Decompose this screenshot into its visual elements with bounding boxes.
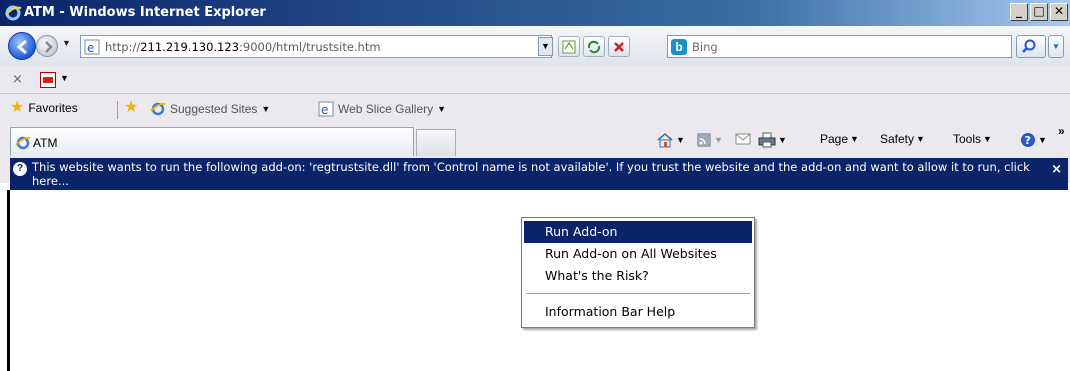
new-tab-button[interactable]: [416, 129, 456, 156]
add-to-favorites-bar-button[interactable]: ★: [124, 99, 139, 116]
pdf-dropdown-icon[interactable]: ▼: [60, 73, 69, 83]
tools-dropdown-icon: ▼: [983, 134, 992, 144]
web-slice-dropdown-icon: ▼: [437, 104, 447, 114]
help-dropdown-icon: ▼: [1038, 135, 1047, 145]
feeds-icon: [697, 133, 711, 147]
information-bar-close-icon[interactable]: ×: [1051, 162, 1062, 177]
compatibility-icon: [562, 40, 576, 54]
ie-logo-icon: [5, 5, 22, 21]
web-slice-page-icon: e: [318, 101, 334, 117]
refresh-button[interactable]: [583, 36, 605, 57]
svg-text:e: e: [321, 103, 328, 117]
tab-label: ATM: [33, 136, 58, 150]
refresh-icon: [587, 40, 601, 54]
printer-icon: [758, 132, 776, 148]
help-button[interactable]: ? ▼: [1020, 132, 1047, 148]
back-button[interactable]: [8, 32, 36, 60]
menu-item-information-bar-help[interactable]: Information Bar Help: [524, 301, 752, 323]
favorites-bar: ★ Favorites ★ Suggested Sites ▼ e Web Sl…: [0, 94, 1070, 124]
address-bar[interactable]: e http://211.219.130.123:9000/html/trust…: [80, 35, 552, 58]
close-toolbar-icon[interactable]: ×: [12, 72, 23, 87]
title-bar: ATM - Windows Internet Explorer _ □ ✕: [0, 0, 1070, 26]
safety-menu-label: Safety: [880, 132, 915, 146]
svg-text:e: e: [87, 41, 94, 55]
information-bar-context-menu: Run Add-on Run Add-on on All Websites Wh…: [521, 217, 755, 328]
search-box[interactable]: b Bing: [667, 35, 1012, 58]
menu-item-run-addon-all-websites[interactable]: Run Add-on on All Websites: [524, 243, 752, 265]
bing-icon: b: [671, 39, 687, 55]
stop-icon: [614, 42, 624, 52]
close-window-button[interactable]: ✕: [1050, 3, 1068, 21]
home-icon: [657, 133, 673, 148]
suggested-sites-label: Suggested Sites: [170, 102, 258, 116]
back-arrow-icon: [16, 39, 27, 55]
read-mail-button[interactable]: [735, 132, 751, 146]
addon-toolbar: × ▼: [0, 66, 1070, 94]
command-overflow-button[interactable]: »: [1058, 124, 1065, 138]
search-options-dropdown[interactable]: ▼: [1048, 35, 1064, 58]
favorites-button[interactable]: ★ Favorites: [10, 99, 78, 116]
favorites-label: Favorites: [28, 101, 78, 115]
page-menu-label: Page: [820, 132, 849, 146]
pdf-icon[interactable]: [40, 72, 56, 88]
favorites-star-icon: ★: [10, 99, 25, 116]
feeds-button[interactable]: ▼: [696, 132, 723, 148]
maximize-button[interactable]: □: [1030, 3, 1048, 21]
information-bar[interactable]: ? This website wants to run the followin…: [10, 158, 1068, 190]
web-slice-gallery-link[interactable]: e Web Slice Gallery ▼: [318, 101, 446, 117]
add-favorite-star-icon: ★: [124, 99, 139, 116]
home-button[interactable]: ▼: [656, 132, 685, 148]
print-button[interactable]: ▼: [758, 132, 787, 148]
feeds-dropdown-icon: ▼: [714, 135, 723, 145]
stop-button[interactable]: [608, 36, 630, 57]
tab-row: ATM ▼ ▼ ▼ Page ▼ Safety ▼ Tools ▼ ? ▼ »: [0, 124, 1070, 156]
suggested-sites-link[interactable]: Suggested Sites ▼: [150, 101, 270, 117]
menu-separator: [526, 293, 750, 294]
search-button[interactable]: [1016, 35, 1046, 58]
tab-ie-icon: [15, 136, 31, 150]
suggested-sites-dropdown-icon: ▼: [261, 104, 271, 114]
favorites-separator: [117, 101, 118, 119]
home-dropdown-icon: ▼: [676, 135, 685, 145]
tab-atm[interactable]: ATM: [10, 127, 414, 156]
menu-item-run-addon[interactable]: Run Add-on: [524, 221, 752, 243]
address-row: ▼ e http://211.219.130.123:9000/html/tru…: [0, 26, 1070, 66]
print-dropdown-icon: ▼: [778, 135, 787, 145]
forward-button[interactable]: [36, 35, 58, 57]
ie-page-icon: [150, 102, 166, 116]
safety-dropdown-icon: ▼: [916, 134, 925, 144]
tools-menu-button[interactable]: Tools ▼: [953, 132, 992, 146]
help-icon: ?: [1021, 133, 1035, 147]
information-bar-message: This website wants to run the following …: [32, 160, 1030, 188]
minimize-button[interactable]: _: [1010, 3, 1028, 21]
page-menu-button[interactable]: Page ▼: [820, 132, 859, 146]
mail-icon: [735, 133, 751, 145]
safety-menu-button[interactable]: Safety ▼: [880, 132, 925, 146]
page-icon: e: [84, 39, 100, 55]
menu-item-whats-the-risk[interactable]: What's the Risk?: [524, 265, 752, 287]
compatibility-view-button[interactable]: [558, 36, 580, 57]
search-placeholder: Bing: [692, 40, 718, 54]
magnifier-icon: [1022, 39, 1036, 53]
recent-pages-dropdown-icon[interactable]: ▼: [62, 38, 71, 48]
question-icon: ?: [13, 162, 27, 176]
page-dropdown-icon: ▼: [850, 134, 859, 144]
web-slice-gallery-label: Web Slice Gallery: [338, 102, 434, 116]
address-url: http://211.219.130.123:9000/html/trustsi…: [105, 40, 381, 54]
forward-arrow-icon: [45, 41, 53, 53]
svg-text:?: ?: [1025, 134, 1031, 147]
address-dropdown-button[interactable]: ▼: [538, 37, 553, 56]
tools-menu-label: Tools: [953, 132, 982, 146]
window-title: ATM - Windows Internet Explorer: [24, 5, 266, 20]
